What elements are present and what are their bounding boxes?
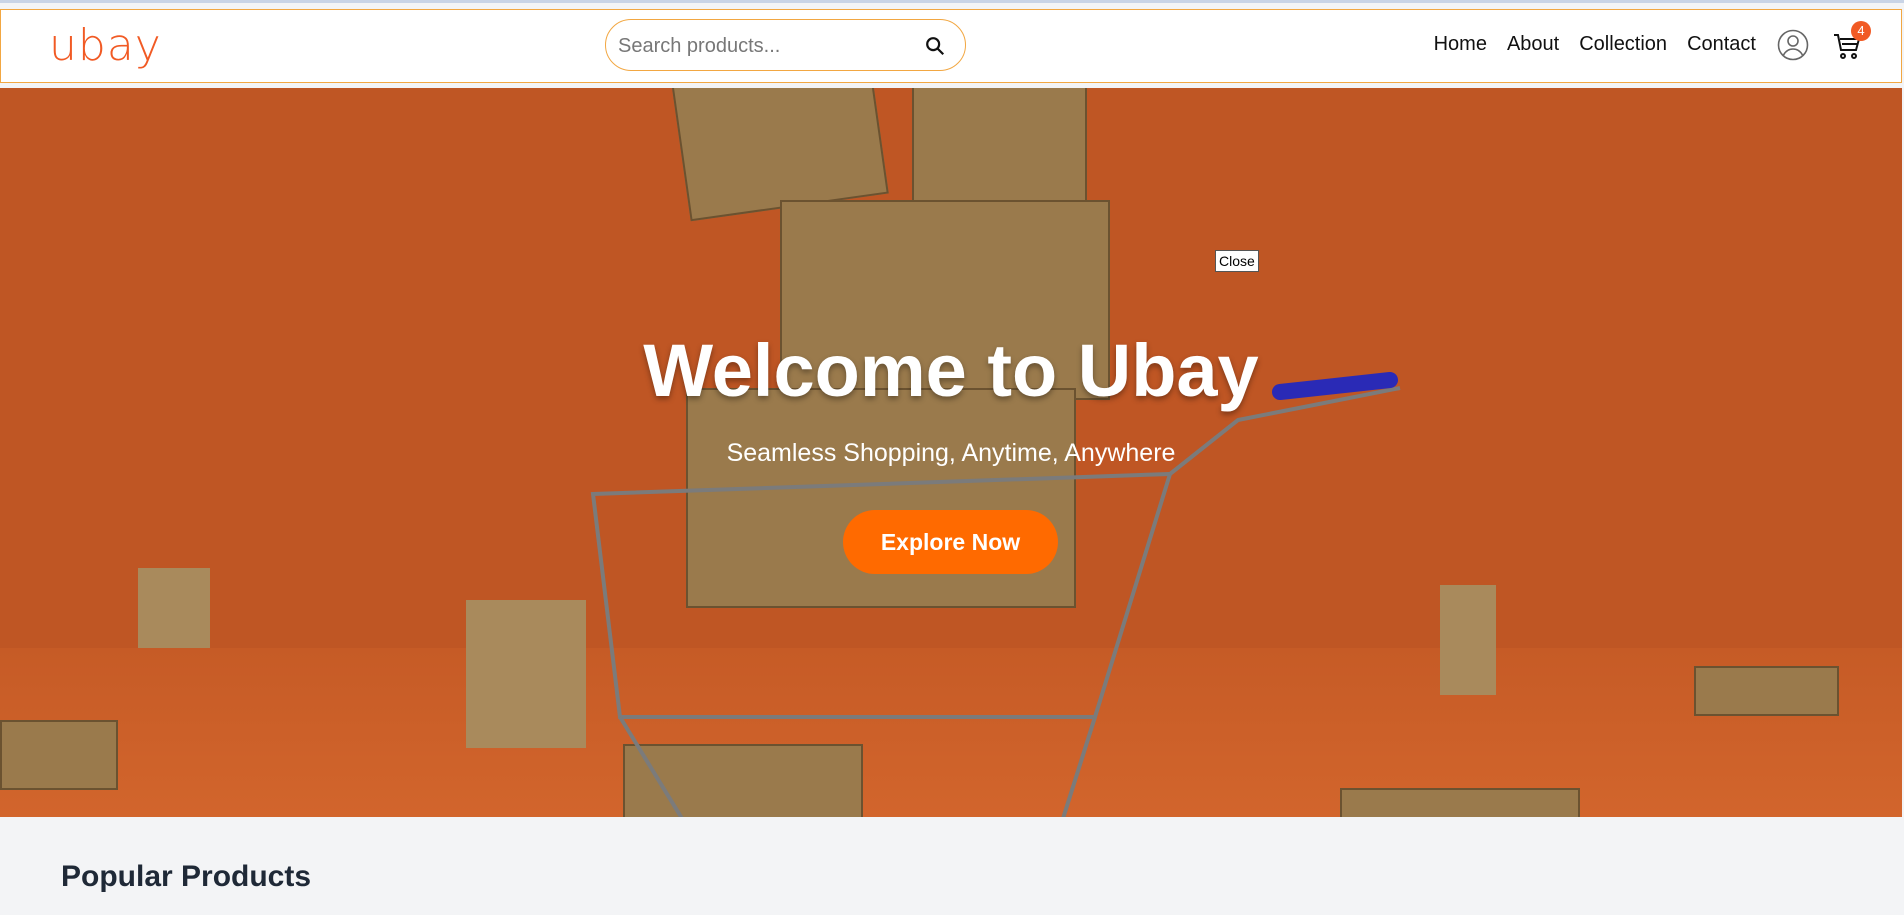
search-box [605, 19, 966, 71]
nav-collection[interactable]: Collection [1579, 33, 1667, 56]
nav-links: Home About Collection Contact [1414, 33, 1756, 56]
hero-banner: Welcome to Ubay Seamless Shopping, Anyti… [0, 88, 1902, 817]
logo[interactable]: ubay [49, 20, 162, 71]
search-icon[interactable] [924, 35, 946, 57]
search-input[interactable] [618, 33, 908, 59]
nav-about[interactable]: About [1507, 33, 1559, 56]
explore-now-button[interactable]: Explore Now [843, 510, 1058, 574]
hero-subtitle: Seamless Shopping, Anytime, Anywhere [726, 439, 1176, 467]
navbar: ubay Home About Collection Contact 4 [0, 9, 1902, 83]
close-button[interactable]: Close [1215, 250, 1259, 272]
popular-products-title: Popular Products [61, 860, 312, 893]
user-icon[interactable] [1777, 29, 1809, 61]
top-strip [0, 0, 1904, 3]
cart-badge: 4 [1851, 21, 1871, 41]
nav-home[interactable]: Home [1434, 33, 1487, 56]
nav-contact[interactable]: Contact [1687, 33, 1756, 56]
hero-title: Welcome to Ubay [643, 329, 1259, 412]
